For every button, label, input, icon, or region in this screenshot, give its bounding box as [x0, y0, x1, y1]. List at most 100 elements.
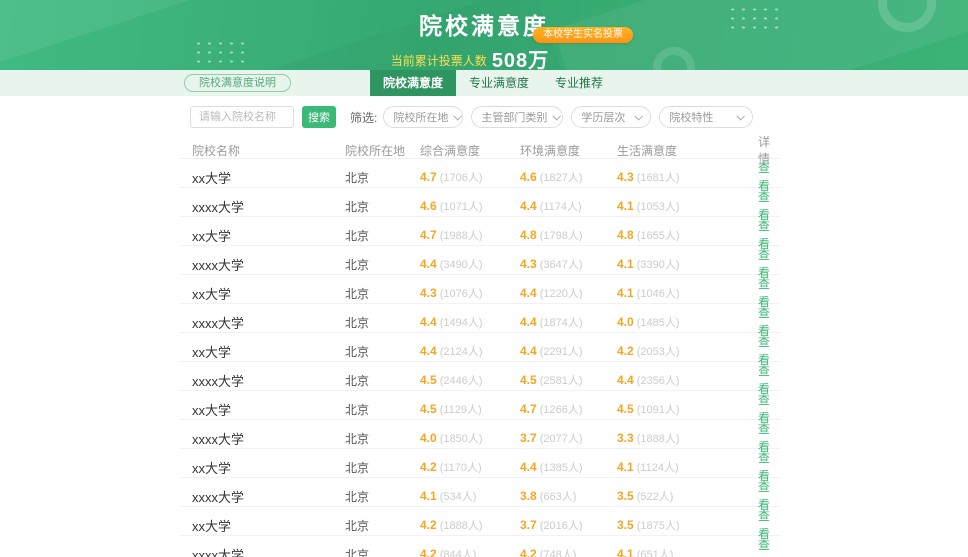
life-vote-count: (651人) [637, 549, 674, 557]
life-score: 4.5 [617, 402, 634, 416]
environment-score: 4.4 [520, 315, 537, 329]
environment-satisfaction-cell: 3.7(2016人) [520, 516, 617, 534]
life-vote-count: (1091人) [637, 404, 680, 416]
tab-major-recommendation[interactable]: 专业推荐 [542, 70, 616, 96]
vote-badge: 本校学生实名投票 [533, 27, 633, 43]
chevron-down-icon [737, 112, 745, 120]
life-vote-count: (1681人) [637, 172, 680, 184]
overall-satisfaction-cell: 4.7(1706人) [420, 168, 520, 186]
life-satisfaction-cell: 4.8(1655人) [617, 226, 757, 244]
overall-vote-count: (1988人) [440, 230, 483, 242]
college-location: 北京 [345, 488, 420, 505]
environment-vote-count: (2077人) [540, 433, 583, 445]
environment-satisfaction-cell: 4.4(2291人) [520, 342, 617, 360]
overall-score: 4.4 [420, 257, 437, 271]
overall-vote-count: (1706人) [440, 172, 483, 184]
life-vote-count: (1875人) [637, 520, 680, 532]
vote-count-label: 当前累计投票人数 [391, 54, 487, 68]
table-row: xx大学 北京 4.2(1888人) 3.7(2016人) 3.5(1875人)… [180, 507, 780, 536]
life-vote-count: (2053人) [637, 346, 680, 358]
college-name: xx大学 [180, 342, 345, 361]
college-name: xxxx大学 [180, 545, 345, 557]
environment-score: 3.8 [520, 489, 537, 503]
overall-score: 4.7 [420, 170, 437, 184]
overall-score: 4.2 [420, 518, 437, 532]
overall-vote-count: (3490人) [440, 259, 483, 271]
overall-satisfaction-cell: 4.1(534人) [420, 487, 520, 505]
life-satisfaction-cell: 4.5(1091人) [617, 400, 757, 418]
life-vote-count: (1124人) [637, 462, 679, 474]
overall-vote-count: (1129人) [440, 404, 482, 416]
dropdown-college-location[interactable]: 院校所在地 [383, 106, 463, 128]
life-satisfaction-cell: 4.2(2053人) [617, 342, 757, 360]
college-name: xx大学 [180, 400, 345, 419]
table-row: xx大学 北京 4.4(2124人) 4.4(2291人) 4.2(2053人)… [180, 333, 780, 362]
table-row: xxxx大学 北京 4.2(844人) 4.2(748人) 4.1(651人) … [180, 536, 780, 557]
environment-score: 4.3 [520, 257, 537, 271]
dropdown-label: 院校所在地 [393, 109, 448, 125]
college-name: xx大学 [180, 226, 345, 245]
overall-vote-count: (1888人) [440, 520, 483, 532]
overall-score: 4.4 [420, 344, 437, 358]
overall-satisfaction-cell: 4.4(1494人) [420, 313, 520, 331]
search-input[interactable] [190, 106, 294, 128]
dropdown-label: 院校特性 [669, 109, 713, 125]
college-name: xx大学 [180, 458, 345, 477]
overall-satisfaction-cell: 4.2(1170人) [420, 458, 520, 476]
column-header-environment: 环境满意度 [520, 142, 617, 159]
table-row: xx大学 北京 4.3(1076人) 4.4(1220人) 4.1(1046人)… [180, 275, 780, 304]
overall-score: 4.7 [420, 228, 437, 242]
overall-vote-count: (1071人) [440, 201, 483, 213]
table-row: xxxx大学 北京 4.6(1071人) 4.4(1174人) 4.1(1053… [180, 188, 780, 217]
life-vote-count: (1046人) [637, 288, 680, 300]
life-satisfaction-cell: 3.3(1888人) [617, 429, 757, 447]
search-button[interactable]: 搜索 [302, 106, 336, 128]
table-row: xx大学 北京 4.7(1988人) 4.8(1798人) 4.8(1655人)… [180, 217, 780, 246]
life-satisfaction-cell: 4.1(1053人) [617, 197, 757, 215]
overall-vote-count: (1076人) [440, 288, 483, 300]
table-body: xx大学 北京 4.7(1706人) 4.6(1827人) 4.3(1681人)… [180, 159, 780, 557]
college-name: xxxx大学 [180, 487, 345, 506]
overall-vote-count: (1494人) [440, 317, 483, 329]
life-score: 4.3 [617, 170, 634, 184]
overall-score: 4.0 [420, 431, 437, 445]
life-vote-count: (522人) [637, 491, 674, 503]
environment-score: 3.7 [520, 431, 537, 445]
overall-satisfaction-cell: 4.5(2446人) [420, 371, 520, 389]
life-vote-count: (3390人) [637, 259, 680, 271]
college-location: 北京 [345, 372, 420, 389]
page-title: 院校满意度 [0, 0, 968, 41]
dropdown-label: 主管部门类别 [481, 109, 547, 125]
college-name: xxxx大学 [180, 371, 345, 390]
chevron-down-icon [454, 112, 462, 120]
satisfaction-info-button[interactable]: 院校满意度说明 [184, 74, 291, 92]
college-location: 北京 [345, 401, 420, 418]
environment-score: 4.8 [520, 228, 537, 242]
overall-vote-count: (534人) [440, 491, 477, 503]
life-score: 4.4 [617, 373, 634, 387]
college-name: xx大学 [180, 284, 345, 303]
overall-vote-count: (1170人) [440, 462, 482, 474]
life-score: 3.5 [617, 489, 634, 503]
college-location: 北京 [345, 459, 420, 476]
college-name: xx大学 [180, 168, 345, 187]
overall-satisfaction-cell: 4.6(1071人) [420, 197, 520, 215]
dropdown-education-level[interactable]: 学历层次 [571, 106, 651, 128]
overall-satisfaction-cell: 4.2(844人) [420, 545, 520, 557]
table-row: xx大学 北京 4.5(1129人) 4.7(1266人) 4.5(1091人)… [180, 391, 780, 420]
dropdown-college-characteristic[interactable]: 院校特性 [659, 106, 753, 128]
filter-dropdowns: 院校所在地 主管部门类别 学历层次 院校特性 [383, 106, 753, 128]
life-vote-count: (1053人) [637, 201, 680, 213]
tab-major-satisfaction[interactable]: 专业满意度 [456, 70, 542, 96]
tab-college-satisfaction[interactable]: 院校满意度 [370, 70, 456, 96]
dropdown-department-category[interactable]: 主管部门类别 [471, 106, 563, 128]
overall-satisfaction-cell: 4.4(2124人) [420, 342, 520, 360]
view-detail-link[interactable]: 查看 [758, 538, 770, 557]
chevron-down-icon [635, 112, 643, 120]
life-score: 4.2 [617, 344, 634, 358]
life-score: 4.1 [617, 286, 634, 300]
environment-vote-count: (2581人) [540, 375, 583, 387]
college-location: 北京 [345, 343, 420, 360]
table-row: xx大学 北京 4.7(1706人) 4.6(1827人) 4.3(1681人)… [180, 159, 780, 188]
life-satisfaction-cell: 4.1(3390人) [617, 255, 757, 273]
